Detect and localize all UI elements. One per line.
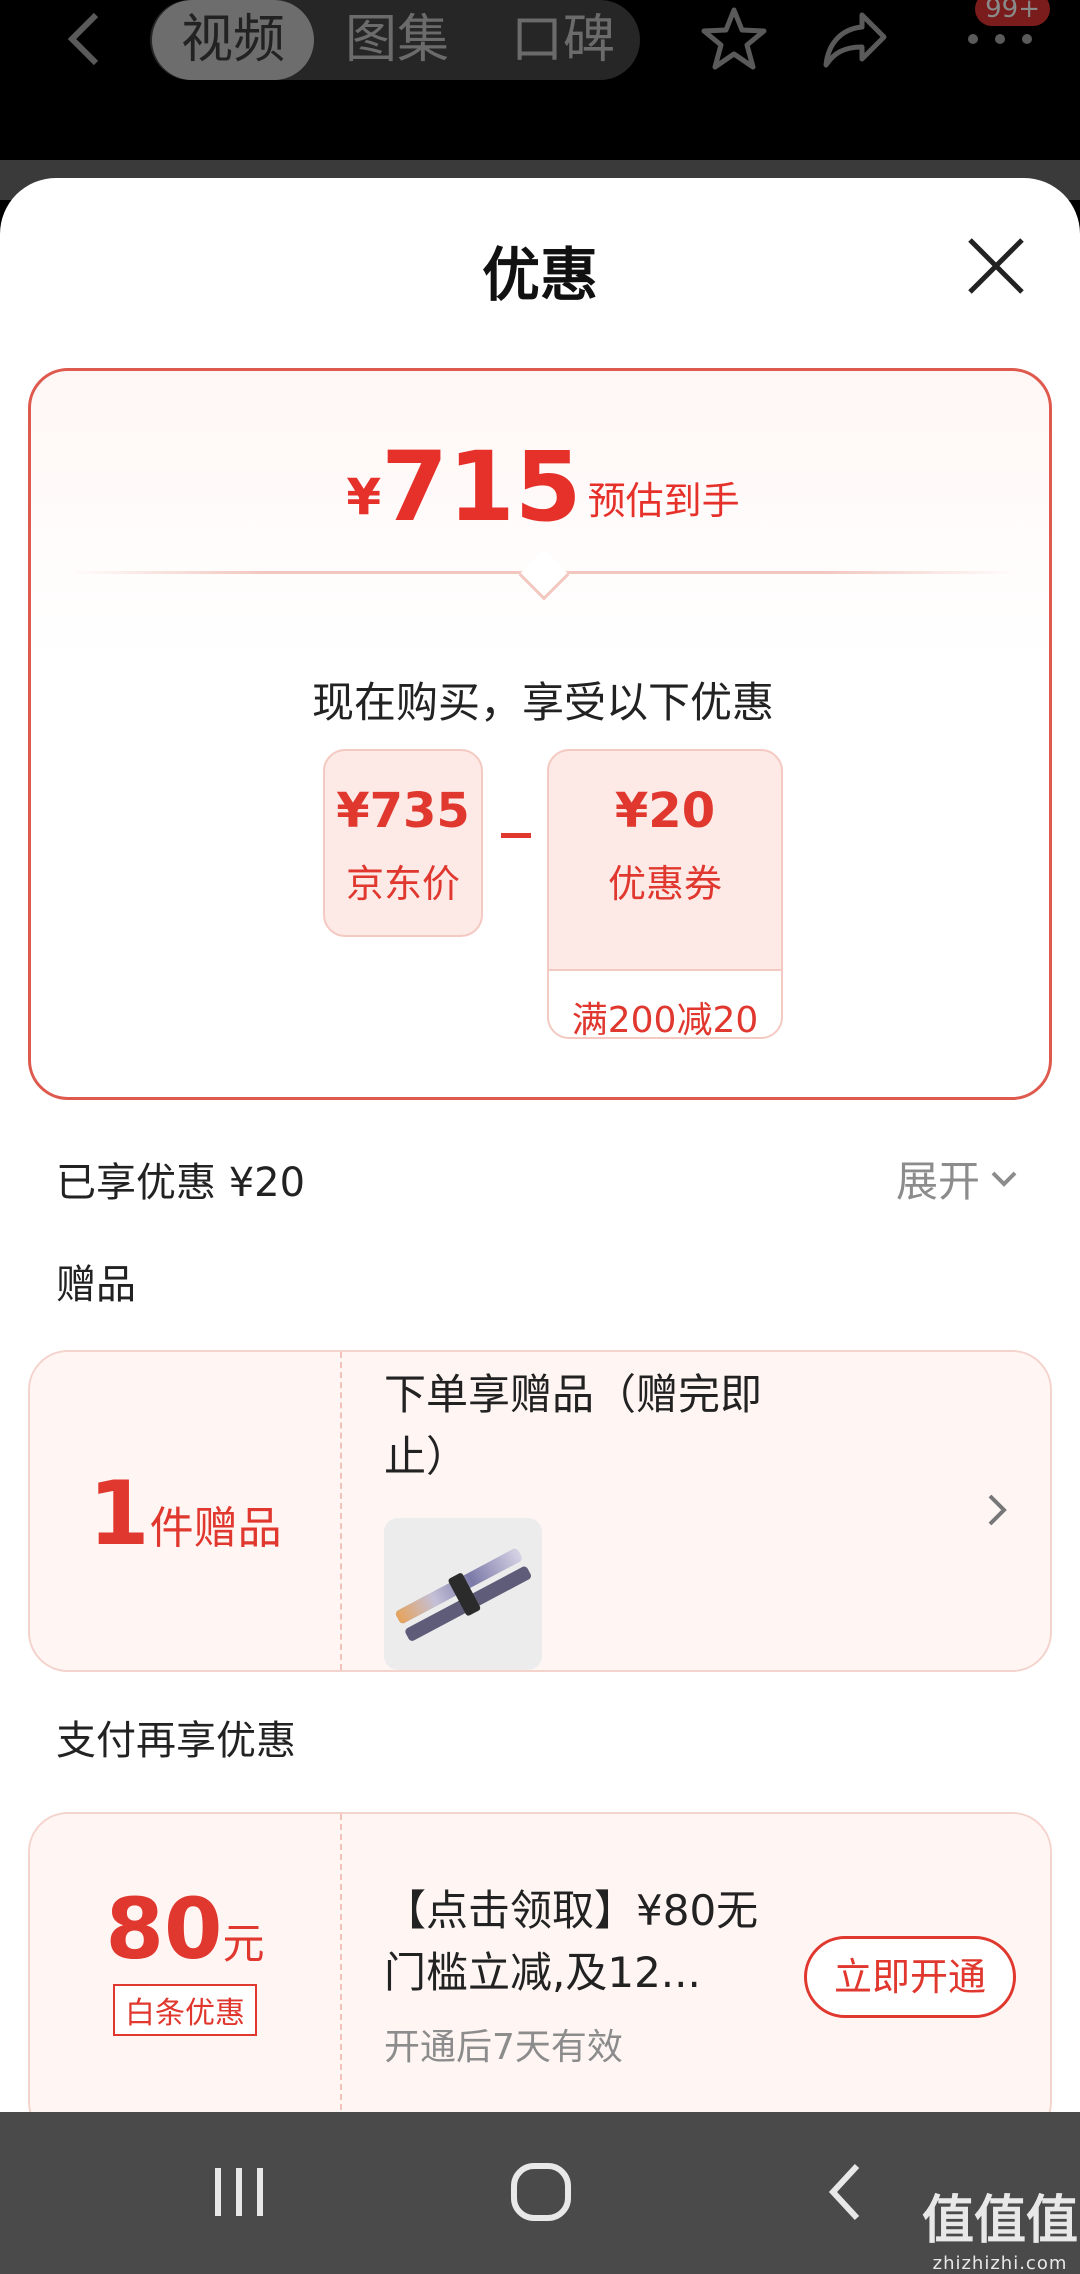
gift-title: 下单享赠品（赠完即止） [384, 1370, 763, 1481]
chevron-right-icon[interactable] [982, 1490, 1012, 1530]
expand-label: 展开 [896, 1157, 981, 1206]
applied-discount: 已享优惠 ¥20 [56, 1160, 306, 1206]
more-icon[interactable]: 99+ [940, 0, 1060, 76]
payment-offer-validity: 开通后7天有效 [384, 2027, 623, 2068]
jd-price-value: ¥735 [336, 783, 470, 839]
discount-sheet: 优惠 ¥715 预估到手 现在购买，享受以下优惠 ¥735 京东价 ¥20 优惠券… [0, 178, 1080, 2113]
payment-unit: 元 [222, 1919, 265, 1968]
system-nav-bar [0, 2112, 1080, 2274]
estimate-note: 预估到手 [587, 479, 740, 523]
jd-price-label: 京东价 [345, 862, 460, 906]
star-icon[interactable] [694, 2, 774, 76]
gift-thumbnail[interactable] [384, 1518, 542, 1670]
expand-button[interactable]: 展开 [896, 1148, 1018, 1209]
coupon-value: ¥20 [614, 783, 716, 839]
gift-count: 1 件赠品 [30, 1352, 340, 1670]
dashed-separator [340, 1352, 342, 1670]
gifts-section-label: 赠品 [56, 1262, 136, 1308]
jd-price-chip: ¥735 京东价 [323, 749, 483, 937]
back-icon[interactable] [800, 2152, 890, 2232]
dashed-separator [340, 1814, 342, 2113]
top-app-bar: 视频 图集 口碑 99+ [0, 0, 1080, 160]
payment-offer-title[interactable]: 【点击领取】¥80无门槛立减,及12... [384, 1880, 784, 2004]
coupon-label: 优惠券 [607, 862, 722, 906]
watermark-sub: zhizhizhi.com [932, 2253, 1068, 2274]
notification-badge: 99+ [975, 0, 1050, 26]
activate-button[interactable]: 立即开通 [804, 1936, 1016, 2018]
price-summary-card: ¥715 预估到手 现在购买，享受以下优惠 ¥735 京东价 ¥20 优惠券 满2… [28, 368, 1052, 1100]
gift-card[interactable]: 1 件赠品 下单享赠品（赠完即止） [28, 1350, 1052, 1672]
estimate-amount: 715 [381, 431, 582, 543]
sheet-title: 优惠 [481, 241, 598, 309]
currency-symbol: ¥ [346, 468, 382, 526]
watermark-main: 值值值 [921, 2191, 1078, 2251]
recent-apps-icon[interactable] [194, 2152, 284, 2232]
chevron-down-icon [991, 1171, 1017, 1187]
gift-count-unit: 件赠品 [149, 1503, 282, 1554]
back-arrow-icon[interactable] [58, 8, 108, 70]
minus-sign [501, 833, 531, 838]
gift-count-number: 1 [88, 1461, 150, 1565]
coupon-condition: 满200减20 [549, 969, 781, 1037]
payment-offer-card: 80元 白条优惠 【点击领取】¥80无门槛立减,及12... 开通后7天有效 立… [28, 1812, 1052, 2113]
baitiao-tag: 白条优惠 [113, 1984, 257, 2036]
tab-review[interactable]: 口碑 [502, 0, 624, 80]
share-icon[interactable] [816, 2, 896, 76]
coupon-chip: ¥20 优惠券 满200减20 [547, 749, 783, 1039]
home-icon[interactable] [496, 2152, 586, 2232]
payment-offer-amount: 80元 白条优惠 [30, 1814, 340, 2036]
payment-section-label: 支付再享优惠 [56, 1718, 296, 1764]
estimated-price: ¥715 预估到手 [31, 431, 1055, 543]
tab-gallery[interactable]: 图集 [336, 0, 458, 80]
tab-video[interactable]: 视频 [152, 0, 314, 80]
buy-now-text: 现在购买，享受以下优惠 [311, 678, 774, 727]
divider-notch [518, 549, 570, 601]
watermark: 值值值 zhizhizhi.com [920, 2178, 1080, 2274]
close-icon[interactable] [960, 230, 1032, 302]
payment-amount: 80 [105, 1880, 223, 1978]
